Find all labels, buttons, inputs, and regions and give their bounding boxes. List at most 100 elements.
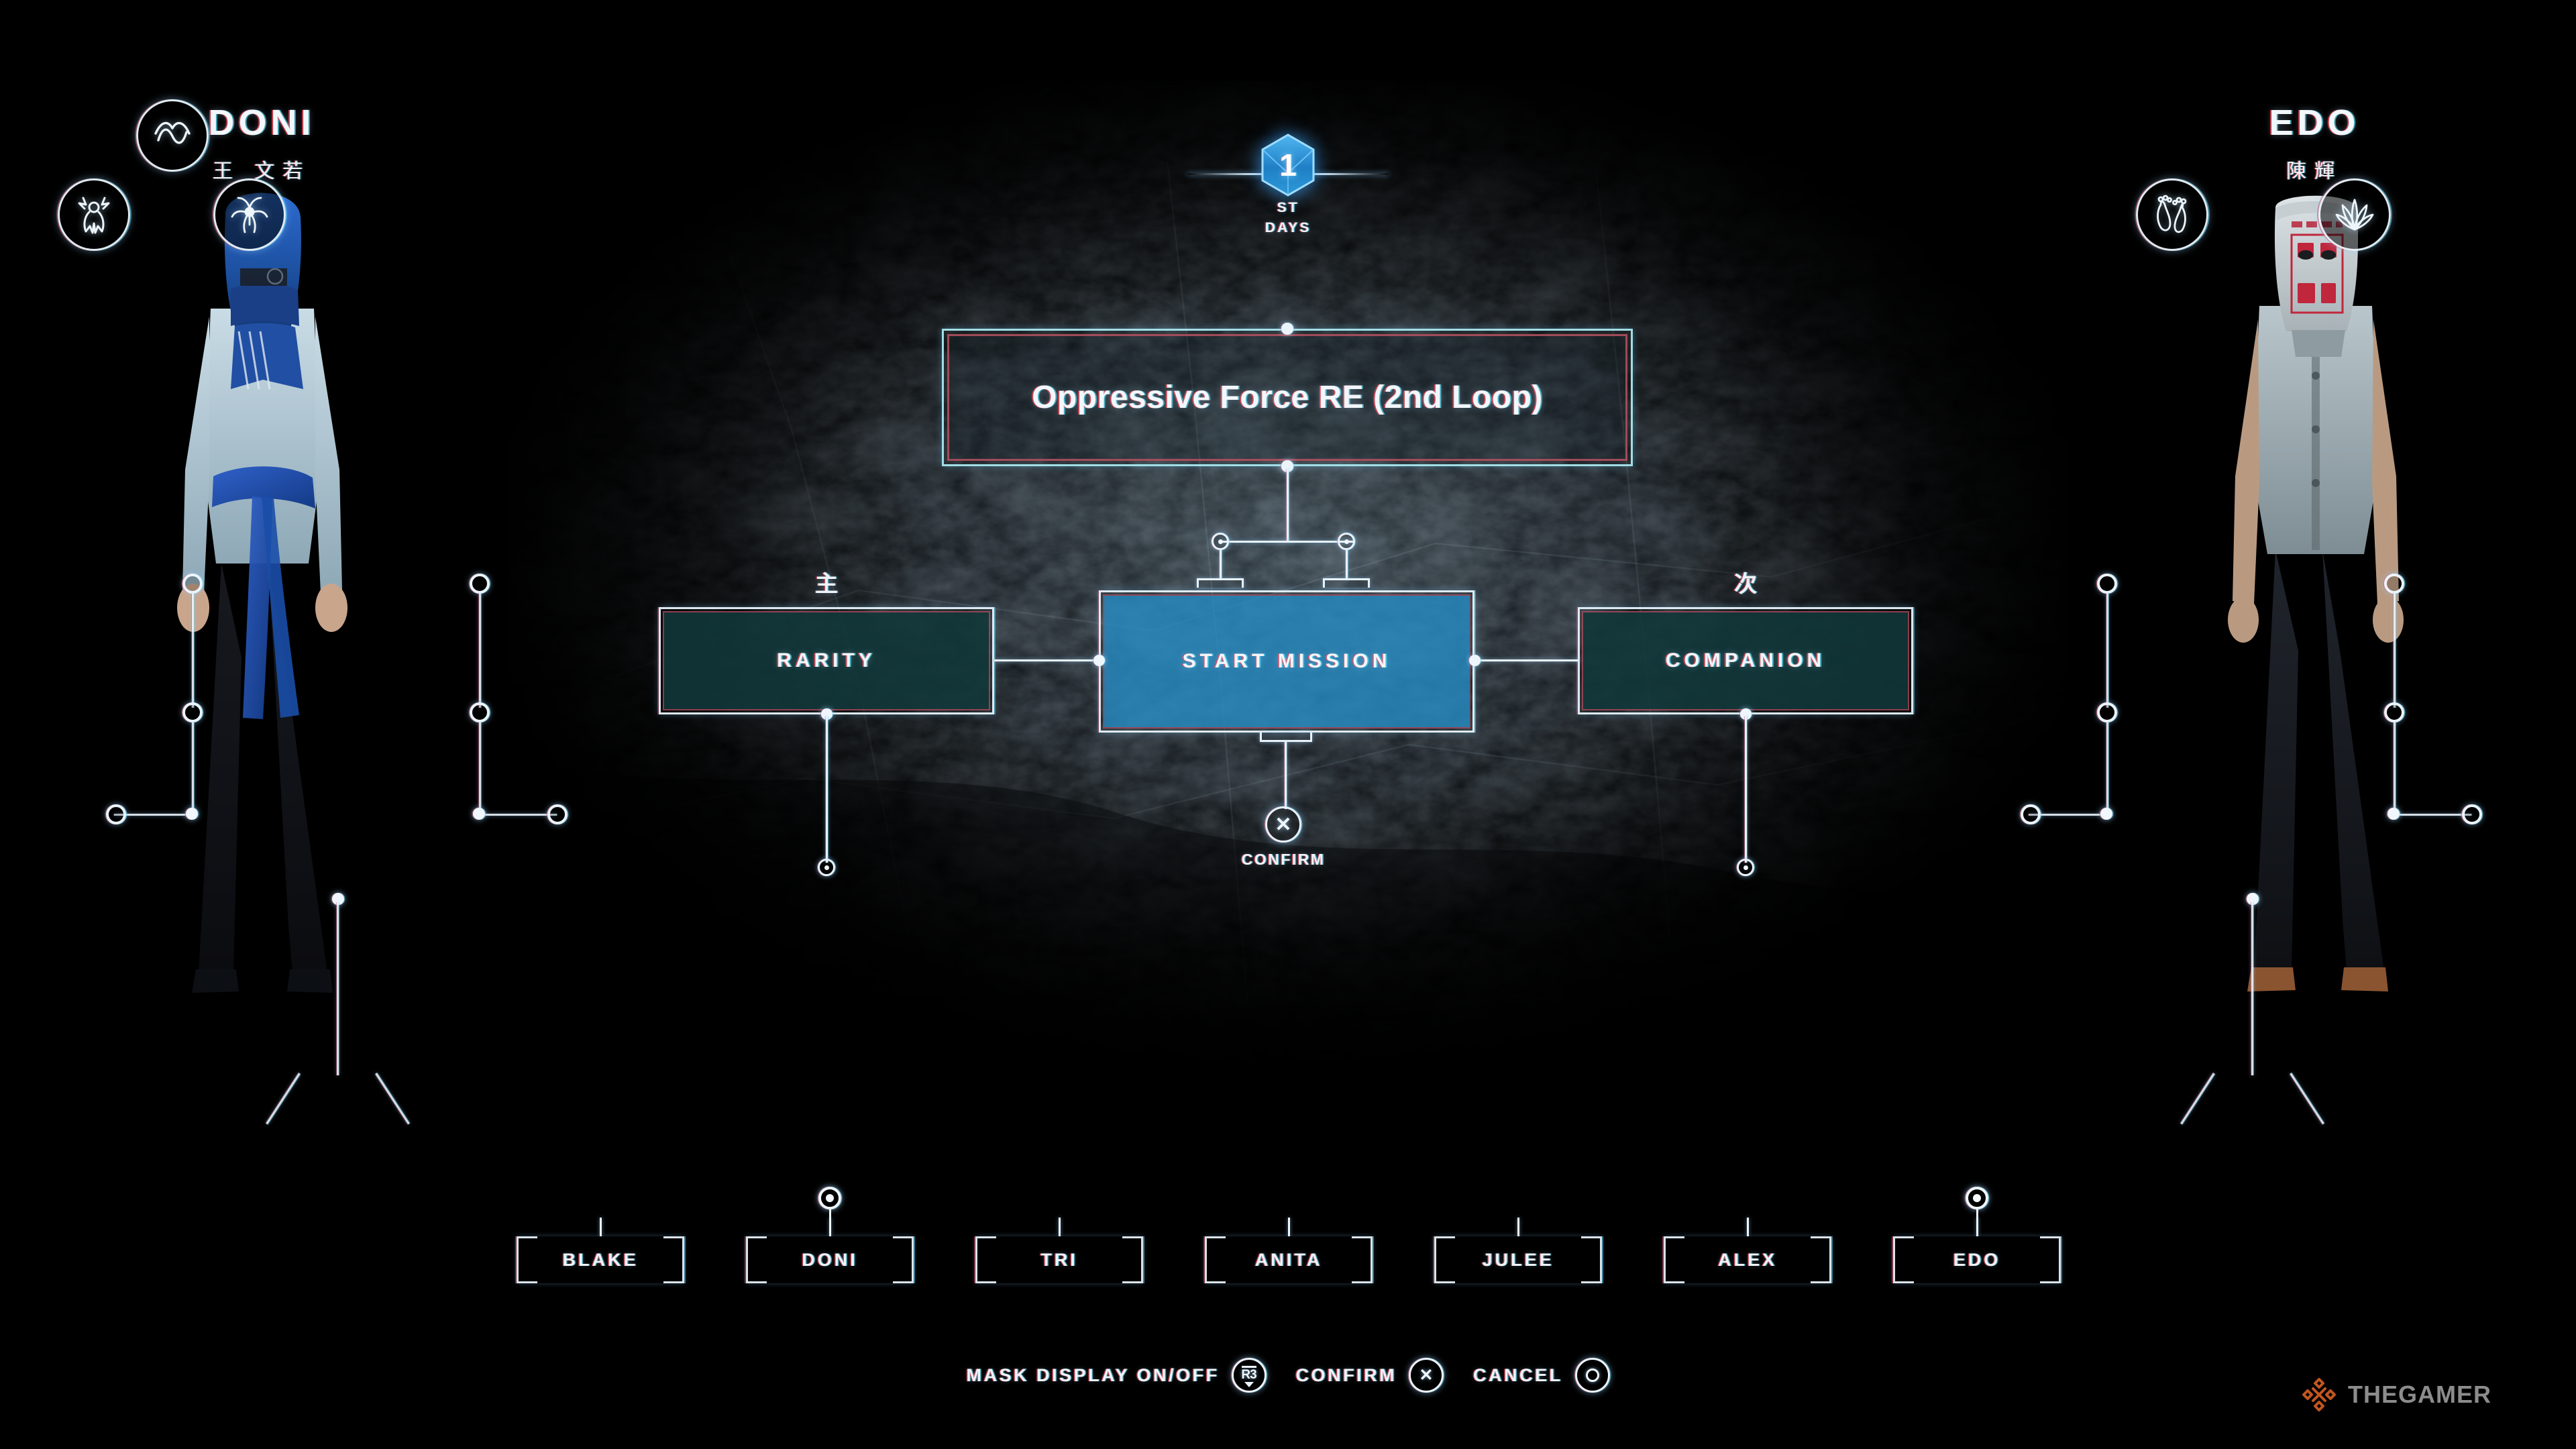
- start-mission-label: START MISSION: [1182, 650, 1391, 672]
- tab-label: TRI: [1040, 1249, 1078, 1270]
- thegamer-logo-icon: [2301, 1377, 2337, 1413]
- character-panel-right: EDO 陳輝: [2021, 0, 2576, 1140]
- day-ordinal-suffix: ST: [1277, 200, 1299, 215]
- tab-label: ALEX: [1717, 1249, 1777, 1270]
- confirm-node[interactable]: ✕ CONFIRM: [1242, 806, 1324, 868]
- equip-dot-rp-right: [2387, 808, 2400, 820]
- connector-start-to-confirm: [1285, 742, 1287, 809]
- equip-dot-right: [473, 808, 485, 820]
- tab-stem: [1517, 1218, 1519, 1236]
- equip-line-right-vertical-2: [479, 722, 481, 815]
- thegamer-wordmark: THEGAMER: [2348, 1381, 2491, 1408]
- start-mission-button[interactable]: START MISSION: [1099, 590, 1474, 733]
- equip-node-right-panel-right-lower[interactable]: [2384, 702, 2404, 722]
- tab-selected-marker-icon: [1966, 1187, 1988, 1219]
- connector-start-to-companion: [1474, 659, 1579, 661]
- equip-node-far-right[interactable]: [547, 804, 568, 824]
- equip-node-right-lower[interactable]: [470, 702, 490, 722]
- equip-node-far-left[interactable]: [106, 804, 126, 824]
- character-tab-blake[interactable]: BLAKE: [517, 1218, 684, 1283]
- mission-title-box[interactable]: Oppressive Force RE (2nd Loop): [942, 323, 1633, 472]
- connector-branch-left-down: [1220, 550, 1222, 580]
- connector-branch-right-down: [1346, 550, 1348, 580]
- cross-button-icon[interactable]: ✕: [1409, 1358, 1444, 1393]
- character-tab-alex[interactable]: ALEX: [1664, 1218, 1831, 1283]
- rarity-tag-primary: 主: [815, 572, 838, 597]
- equip-line-rp-right-vertical: [2394, 594, 2396, 708]
- tab-label: DONI: [802, 1249, 858, 1270]
- thegamer-watermark: THEGAMER: [2301, 1377, 2491, 1413]
- companion-endpoint-node[interactable]: [1737, 859, 1754, 876]
- tab-stem: [828, 1218, 831, 1236]
- equip-node-left-upper[interactable]: [182, 574, 203, 594]
- tab-label: JULEE: [1482, 1249, 1554, 1270]
- equip-node-rp-far-right[interactable]: [2462, 804, 2482, 824]
- character-tab-doni[interactable]: DONI: [746, 1187, 914, 1283]
- character-tab-julee[interactable]: JULEE: [1434, 1218, 1602, 1283]
- tab-stem: [1746, 1218, 1749, 1236]
- skill-insect-icon[interactable]: [213, 178, 286, 251]
- equip-dot-rp-left: [2100, 808, 2112, 820]
- character-tab-edo[interactable]: EDO: [1893, 1187, 2061, 1283]
- equip-node-left-lower[interactable]: [182, 702, 203, 722]
- equip-line-rp-left-vertical-2: [2106, 722, 2108, 815]
- character-name-left: DONI: [208, 103, 315, 143]
- bracket-bottom: [1260, 733, 1312, 742]
- control-cancel-label: CANCEL: [1473, 1364, 1563, 1385]
- skill-feather-icon[interactable]: [2318, 178, 2391, 251]
- companion-label: COMPANION: [1665, 649, 1826, 672]
- character-silhouette-right: [2228, 195, 2404, 991]
- skill-spirit-burst-icon[interactable]: [58, 178, 130, 251]
- mission-title-text: Oppressive Force RE (2nd Loop): [1032, 380, 1543, 415]
- tab-stem: [1287, 1218, 1290, 1236]
- stand-pole-right: [2251, 902, 2253, 1075]
- stand-pole: [337, 902, 339, 1075]
- skill-brainwave-icon[interactable]: [136, 99, 209, 172]
- tab-stem: [599, 1218, 602, 1236]
- equip-node-right-upper[interactable]: [470, 574, 490, 594]
- character-tab-tri[interactable]: TRI: [975, 1218, 1143, 1283]
- rarity-endpoint-node[interactable]: [818, 859, 835, 876]
- skill-footprints-icon[interactable]: [2136, 178, 2208, 251]
- confirm-node-label: CONFIRM: [1241, 851, 1326, 868]
- equip-line-right-vertical: [479, 594, 481, 708]
- tab-label: EDO: [1953, 1249, 2001, 1270]
- confirm-circle-button[interactable]: ✕: [1265, 806, 1301, 843]
- character-model-left: [0, 188, 523, 1140]
- day-counter-badge: 1 ST DAYS: [1187, 121, 1389, 235]
- character-tab-bar: BLAKE DONI TRI ANITA JULEE ALEX EDO: [0, 1187, 2576, 1298]
- link-node-left: [1093, 655, 1105, 666]
- equip-node-right-panel-right-upper[interactable]: [2384, 574, 2404, 594]
- rarity-label: RARITY: [777, 649, 876, 672]
- tab-label: BLAKE: [562, 1249, 639, 1270]
- hexagon-icon: 1: [1260, 133, 1316, 197]
- equip-line-left-vertical: [192, 594, 194, 708]
- bracket-left: [1197, 578, 1244, 588]
- r3-stick-icon[interactable]: R3: [1231, 1358, 1267, 1393]
- tab-label: ANITA: [1254, 1249, 1323, 1270]
- character-name-right: EDO: [2269, 103, 2360, 143]
- character-panel-left: DONI 王 文若: [0, 0, 568, 1140]
- mission-select-screen: 1 ST DAYS Oppressive Force RE (2nd Loop)…: [0, 0, 2576, 1449]
- control-cancel[interactable]: CANCEL: [1473, 1358, 1610, 1393]
- connector-mission-to-branch: [1287, 470, 1289, 542]
- cross-button-icon: ✕: [1275, 813, 1292, 836]
- connector-branch-horizontal: [1220, 541, 1354, 543]
- equip-node-right-panel-left-upper[interactable]: [2097, 574, 2117, 594]
- character-name-cn-left: 王 文若: [212, 160, 311, 182]
- equip-line-left-vertical-2: [192, 722, 194, 815]
- circle-button-icon[interactable]: [1574, 1358, 1610, 1393]
- equip-line-left-horizontal: [114, 814, 197, 816]
- character-tab-anita[interactable]: ANITA: [1205, 1218, 1373, 1283]
- rarity-button[interactable]: RARITY 主: [659, 572, 994, 714]
- control-mask-display-label: MASK DISPLAY ON/OFF: [966, 1364, 1220, 1385]
- character-name-cn-right: 陳輝: [2286, 160, 2343, 182]
- connector-rarity-to-start: [994, 659, 1100, 661]
- companion-button[interactable]: COMPANION 次: [1578, 572, 1913, 714]
- control-confirm[interactable]: CONFIRM ✕: [1296, 1358, 1444, 1393]
- control-mask-display[interactable]: MASK DISPLAY ON/OFF R3: [966, 1358, 1267, 1393]
- day-unit-label: DAYS: [1265, 220, 1311, 235]
- equip-node-right-panel-left-lower[interactable]: [2097, 702, 2117, 722]
- tab-selected-marker-icon: [818, 1187, 841, 1219]
- equip-node-rp-far-left[interactable]: [2021, 804, 2041, 824]
